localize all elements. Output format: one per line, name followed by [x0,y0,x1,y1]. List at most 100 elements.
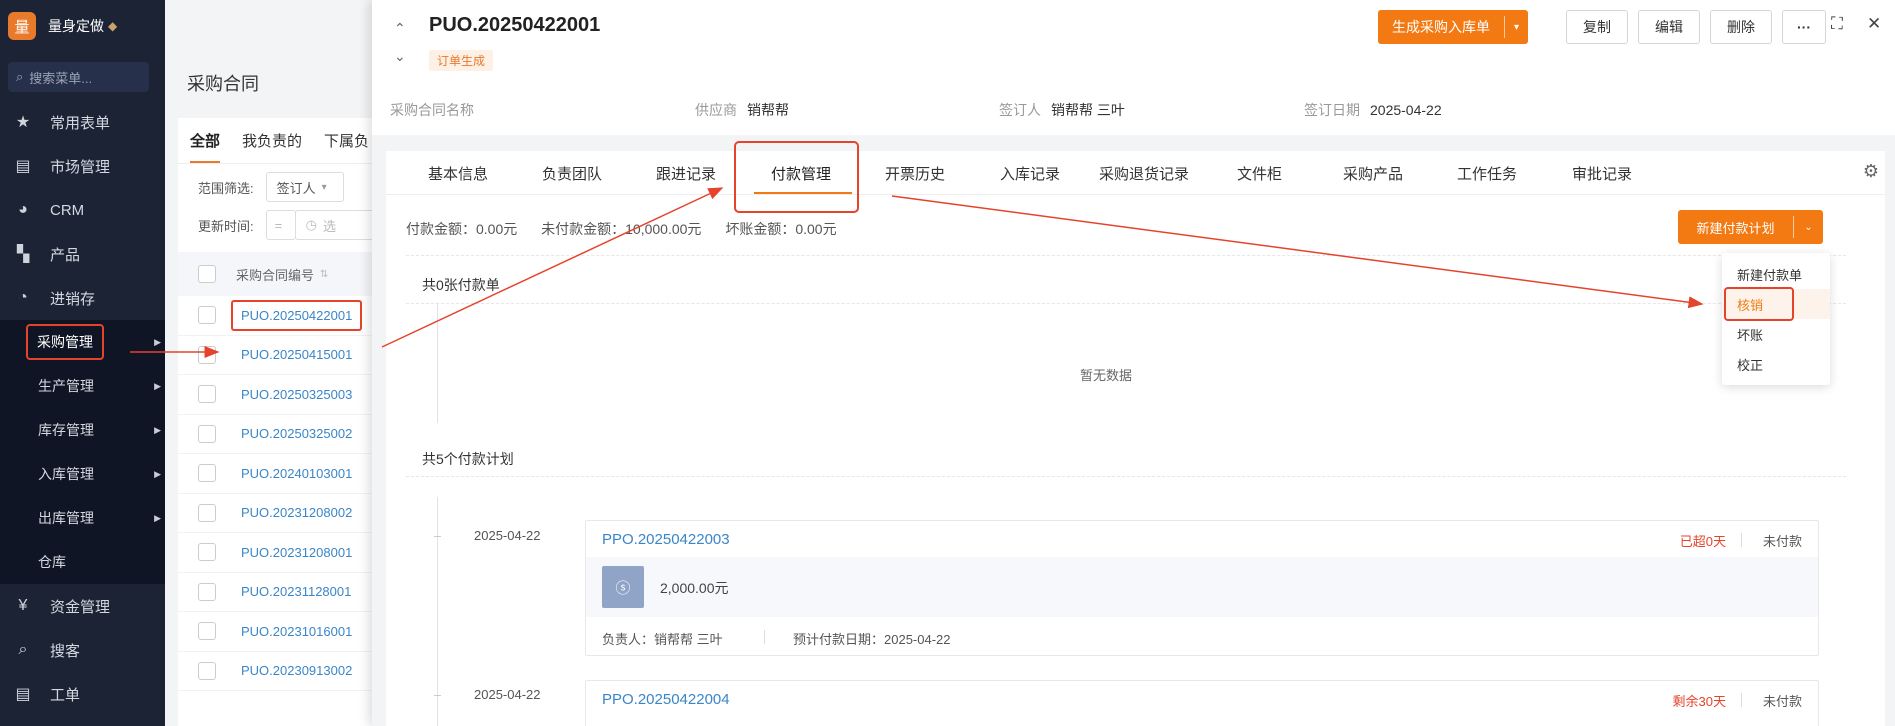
table-row[interactable]: PUO.20250422001 [178,296,388,336]
sort-icon[interactable]: ⇅ [320,269,328,280]
fullscreen-icon[interactable]: ⛶ [1831,14,1843,34]
plan-card-header: PPO.20250422003 已超0天 未付款 [586,521,1818,557]
tab-mine[interactable]: 我负责的 [242,130,302,151]
contract-code-link[interactable]: PUO.20240103001 [241,466,352,481]
row-checkbox[interactable] [198,503,216,522]
caret-right-icon: ▶ [154,512,161,523]
new-payment-plan-label[interactable]: 新建付款计划 [1678,210,1793,244]
row-checkbox[interactable] [198,345,216,364]
divider [406,303,1846,304]
sidebar-item-favorites[interactable]: ★ 常用表单 [0,100,165,144]
tab-inbound-records[interactable]: 入库记录 [1000,163,1060,184]
table-row[interactable]: PUO.20231128001 [178,573,388,612]
row-checkbox[interactable] [198,306,216,325]
payment-plan-card[interactable]: PPO.20250422004 剩余30天 未付款 [585,680,1819,726]
tab-approvals[interactable]: 审批记录 [1572,163,1632,184]
remaining-badge: 剩余30天 [1672,694,1726,709]
sidebar-item-stock[interactable]: 库存管理 ▶ [0,408,165,452]
new-payment-plan-button[interactable]: 新建付款计划 ⌄ [1678,210,1823,244]
row-checkbox[interactable] [198,582,216,601]
table-row[interactable]: PUO.20231016001 [178,612,388,652]
chevron-down-icon[interactable]: ▾ [1504,16,1528,38]
row-checkbox[interactable] [198,622,216,641]
sidebar-item-outbound[interactable]: 出库管理 ▶ [0,496,165,540]
sidebar-item-tickets[interactable]: ▤ 工单 [0,672,165,716]
row-checkbox[interactable] [198,661,216,680]
chevron-down-icon[interactable]: ⌄ [394,42,406,70]
contract-code-link[interactable]: PUO.20231128001 [241,584,351,599]
generate-inbound-label[interactable]: 生成采购入库单 [1378,10,1504,44]
tab-tasks[interactable]: 工作任务 [1457,163,1517,184]
date-placeholder: 选 [322,218,336,234]
chevron-up-icon[interactable]: ⌃ [394,14,406,42]
more-button[interactable]: ··· [1782,10,1826,44]
contract-code-link[interactable]: PUO.20250422001 [231,299,363,331]
status-badge: 订单生成 [429,50,494,71]
select-all-checkbox[interactable] [198,265,216,283]
plans-count: 共5个付款计划 [422,451,514,467]
sidebar-item-market[interactable]: ▤ 市场管理 [0,144,165,188]
tab-products[interactable]: 采购产品 [1343,163,1403,184]
empty-state: 暂无数据 [1079,368,1132,383]
table-row[interactable]: PUO.20230913002 [178,652,388,691]
contract-code-link[interactable]: PUO.20250415001 [241,347,352,362]
table-row[interactable]: PUO.20240103001 [178,454,388,494]
tab-invoice-history[interactable]: 开票历史 [885,163,945,184]
sidebar-item-product[interactable]: ▚ 产品 [0,232,165,276]
sidebar-item-production[interactable]: 生产管理 ▶ [0,364,165,408]
copy-button[interactable]: 复制 [1566,10,1628,44]
tab-return-records[interactable]: 采购退货记录 [1099,163,1189,184]
sidebar-item-label: 生产管理 [38,378,94,394]
sidebar-item-purchase[interactable]: 采购管理 ▶ [0,320,165,364]
table-row[interactable]: PUO.20250325003 [178,375,388,415]
contract-code-link[interactable]: PUO.20230913002 [241,663,352,678]
row-checkbox[interactable] [198,543,216,562]
plan-code-link[interactable]: PPO.20250422004 [602,691,730,708]
contract-code-link[interactable]: PUO.20250325003 [241,387,352,402]
contract-code-link[interactable]: PUO.20250325002 [241,426,352,441]
close-icon[interactable]: ✕ [1867,14,1881,34]
delete-button[interactable]: 删除 [1710,10,1772,44]
date-range-input[interactable]: ◷ 选 [294,210,375,240]
tab-team[interactable]: 负责团队 [542,163,602,184]
menu-item-new-payment[interactable]: 新建付款单 [1722,259,1830,289]
tab-basic-info[interactable]: 基本信息 [428,163,488,184]
tab-subordinate[interactable]: 下属负 [324,130,369,151]
table-row[interactable]: PUO.20231208001 [178,533,388,573]
sidebar-item-warehouse[interactable]: 仓库 [0,540,165,584]
sidebar-item-inbound[interactable]: 入库管理 ▶ [0,452,165,496]
date-picker[interactable]: = [265,210,296,240]
table-row[interactable]: PUO.20231208002 [178,494,388,533]
annotation-box [734,141,859,213]
table-row[interactable]: PUO.20250325002 [178,415,388,454]
column-header-code[interactable]: 采购合同编号 [236,265,314,284]
sidebar-item-soke[interactable]: ⌕ 搜客 [0,628,165,672]
edit-button[interactable]: 编辑 [1638,10,1700,44]
sidebar-item-inventory[interactable]: ◔ 进销存 [0,276,165,320]
menu-item-bad-debt[interactable]: 坏账 [1722,319,1830,349]
row-checkbox[interactable] [198,385,216,404]
tab-file-cabinet[interactable]: 文件柜 [1237,163,1282,184]
payment-plan-card[interactable]: PPO.20250422003 已超0天 未付款 ⓢ 2,000.00元 负责人… [585,520,1819,656]
plan-code-link[interactable]: PPO.20250422003 [602,531,730,548]
generate-inbound-button[interactable]: 生成采购入库单 ▾ [1378,10,1528,44]
contract-code-link[interactable]: PUO.20231208001 [241,545,352,560]
sidebar-item-crm[interactable]: ◕ CRM [0,188,165,232]
menu-item-correct[interactable]: 校正 [1722,349,1830,379]
contract-code-link[interactable]: PUO.20231208002 [241,505,352,520]
scope-select[interactable]: 签订人 ▾ [265,172,344,202]
row-checkbox[interactable] [198,464,216,483]
plan-expected-date: 预计付款日期：2025-04-22 [793,632,951,647]
row-checkbox[interactable] [198,424,216,443]
tab-followup[interactable]: 跟进记录 [656,163,716,184]
menu-search-input[interactable]: ⌕ 搜索菜单... [8,62,149,92]
table-row[interactable]: PUO.20250415001 [178,336,388,375]
sidebar-item-label: 常用表单 [50,114,111,132]
chevron-down-icon[interactable]: ⌄ [1793,216,1823,238]
tab-all[interactable]: 全部 [190,118,221,163]
separator [1741,693,1742,707]
sidebar-item-funds[interactable]: ¥ 资金管理 [0,584,165,628]
gear-icon[interactable]: ⚙ [1863,161,1879,182]
list-page: 采购合同 全部 我负责的 下属负 范围筛选: 签订人 ▾ 更新时间: = ◷ 选… [165,0,388,726]
contract-code-link[interactable]: PUO.20231016001 [241,624,352,639]
